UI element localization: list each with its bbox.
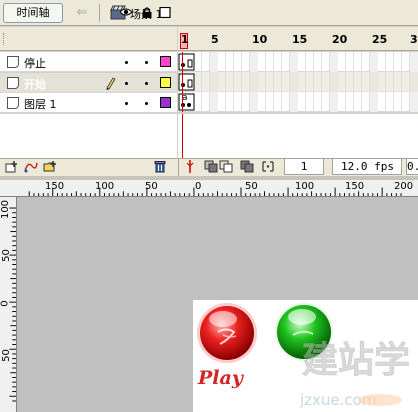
frame-rate-field[interactable]: 12.0 fps bbox=[332, 158, 402, 175]
layer-row-stop[interactable]: 停止 bbox=[0, 52, 177, 72]
frame-number-20: 20 bbox=[332, 33, 348, 46]
ruler-label: 50 bbox=[145, 181, 158, 192]
frame-ruler[interactable]: 1 5 10 15 20 25 3 bbox=[178, 27, 418, 51]
panel-grip[interactable] bbox=[3, 33, 5, 45]
layer-header bbox=[0, 27, 177, 51]
frame-number-5: 5 bbox=[211, 33, 219, 46]
ruler-label: 100 bbox=[95, 181, 115, 192]
visibility-dot[interactable] bbox=[125, 61, 128, 64]
frames-empty-area bbox=[178, 114, 418, 158]
play-label: Play bbox=[198, 367, 243, 389]
add-motion-guide-icon[interactable] bbox=[24, 160, 38, 173]
center-frame-icon[interactable] bbox=[183, 160, 197, 173]
eye-icon[interactable] bbox=[120, 7, 132, 18]
toolbar-divider bbox=[99, 4, 100, 22]
layer-color-swatch[interactable] bbox=[160, 77, 171, 88]
outline-icon[interactable] bbox=[159, 7, 171, 18]
frames-grid[interactable]: a bbox=[178, 52, 418, 112]
pencil-icon bbox=[106, 77, 116, 90]
layer-icon bbox=[7, 77, 19, 89]
layer-name: 开始 bbox=[24, 78, 46, 91]
frame-number-10: 10 bbox=[252, 33, 268, 46]
elapsed-time-field: 0.0s bbox=[406, 158, 418, 175]
insert-layer-icon[interactable] bbox=[5, 160, 19, 173]
edit-multiple-frames-icon[interactable] bbox=[240, 160, 254, 173]
layer-icon bbox=[7, 56, 19, 68]
ruler-label: 50 bbox=[0, 249, 12, 262]
layer-name: 图层 1 bbox=[24, 98, 57, 111]
visibility-dot[interactable] bbox=[125, 102, 128, 105]
frame-number-15: 15 bbox=[292, 33, 308, 46]
timeline-toggle-button[interactable]: 时间轴 bbox=[3, 3, 63, 23]
ruler-label: 0 bbox=[0, 300, 11, 307]
ruler-label: 150 bbox=[45, 181, 65, 192]
ruler-label: 200 bbox=[394, 181, 414, 192]
frame-number-25: 25 bbox=[372, 33, 388, 46]
back-arrow-button[interactable]: ⇐ bbox=[70, 4, 94, 22]
layer-icon bbox=[7, 97, 19, 109]
modify-onion-markers-icon[interactable] bbox=[261, 160, 275, 173]
layer-name: 停止 bbox=[24, 57, 46, 70]
lock-dot[interactable] bbox=[145, 61, 148, 64]
play-ball-button[interactable] bbox=[196, 302, 258, 364]
frame-number-1: 1 bbox=[181, 33, 189, 46]
ruler-label: 150 bbox=[345, 181, 365, 192]
layers-empty-area bbox=[0, 114, 177, 158]
onion-skin-icon[interactable] bbox=[204, 160, 218, 173]
svg-text:建站学: 建站学 bbox=[302, 339, 410, 381]
frame-number-30: 3 bbox=[410, 33, 418, 46]
playhead-line bbox=[182, 114, 183, 158]
onion-skin-outlines-icon[interactable] bbox=[219, 160, 233, 173]
lock-dot[interactable] bbox=[145, 102, 148, 105]
layer-row-layer1[interactable]: 图层 1 bbox=[0, 93, 177, 113]
visibility-dot[interactable] bbox=[125, 82, 128, 85]
trash-icon[interactable] bbox=[153, 160, 167, 173]
lock-icon[interactable] bbox=[141, 7, 153, 18]
ruler-label: 100 bbox=[295, 181, 315, 192]
ruler-label: 100 bbox=[0, 199, 12, 220]
ruler-label: 50 bbox=[245, 181, 258, 192]
ruler-label: 0 bbox=[195, 181, 202, 192]
lock-dot[interactable] bbox=[145, 82, 148, 85]
insert-folder-icon[interactable] bbox=[43, 160, 57, 173]
layer-color-swatch[interactable] bbox=[160, 97, 171, 108]
toolbar-divider bbox=[178, 158, 179, 176]
ruler-label: 50 bbox=[0, 349, 12, 362]
watermark-logo: 建站学 jzxue.com bbox=[300, 339, 410, 409]
layer-color-swatch[interactable] bbox=[160, 56, 171, 67]
current-frame-field: 1 bbox=[284, 158, 324, 175]
layer-row-start[interactable]: 开始 bbox=[0, 73, 177, 93]
